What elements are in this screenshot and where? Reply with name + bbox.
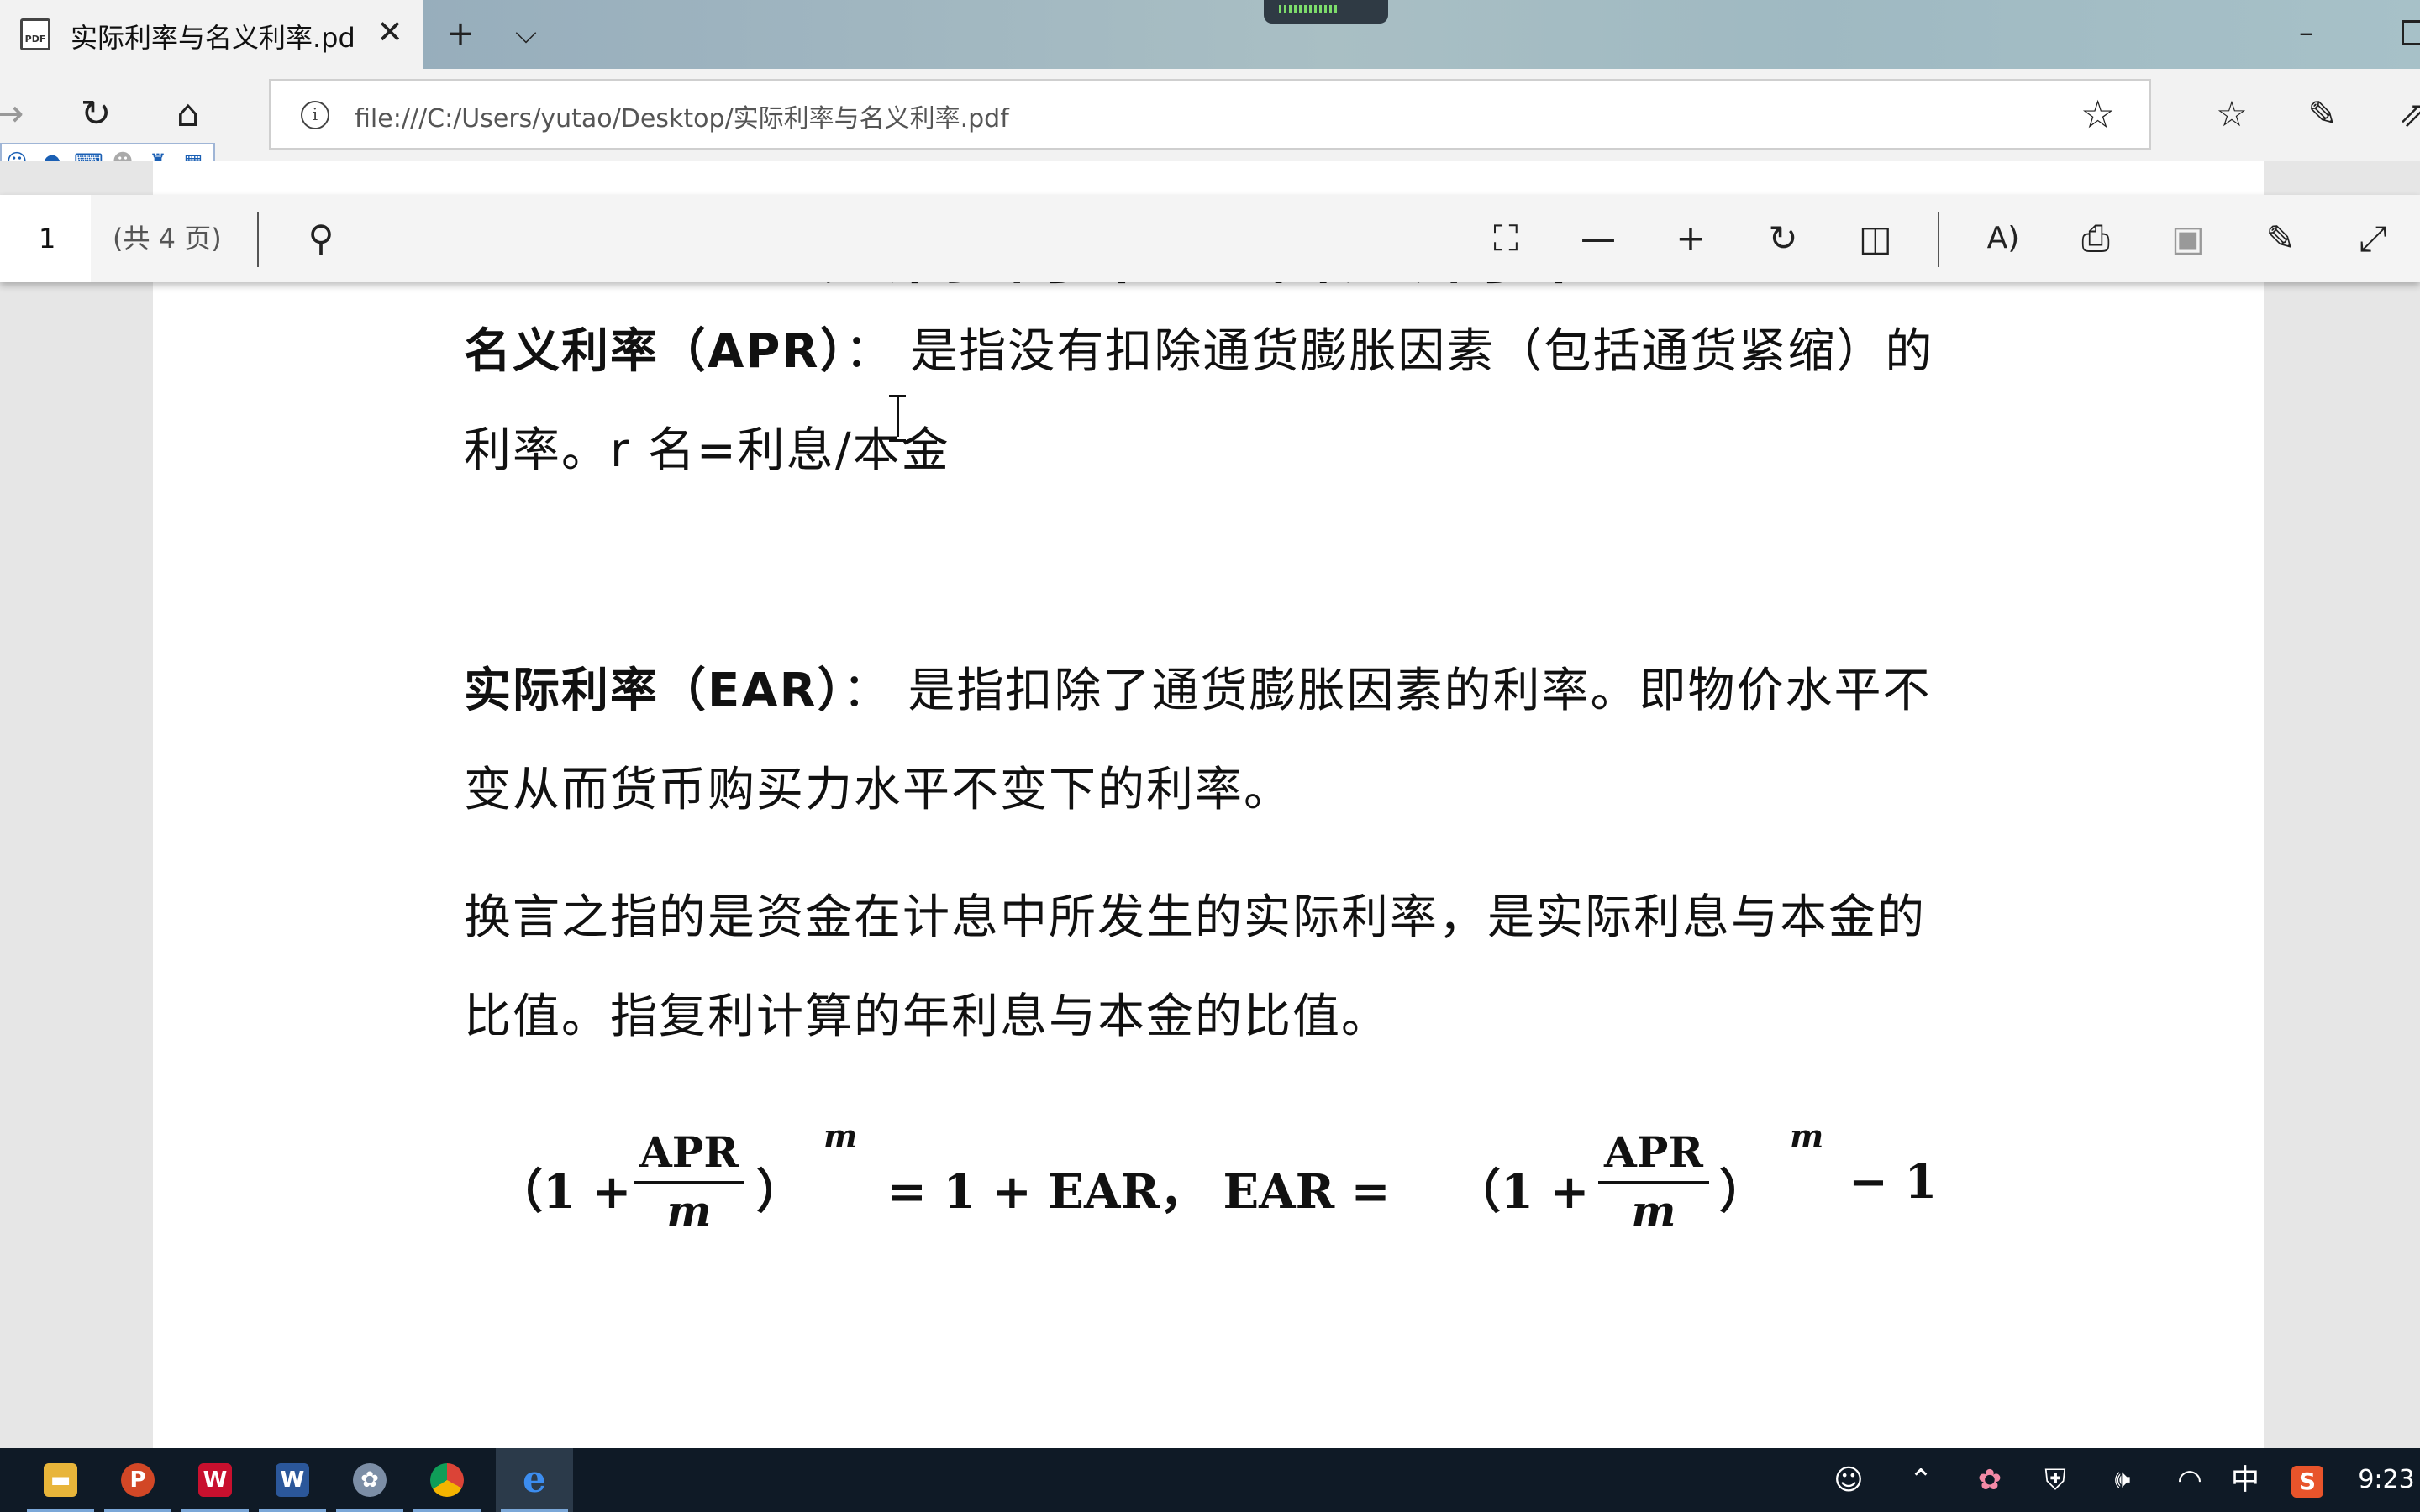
forward-arrow-icon[interactable]: →: [0, 92, 30, 136]
ear-separator: ：: [842, 664, 892, 718]
refresh-icon[interactable]: ↻: [74, 92, 118, 136]
fraction-denominator: m: [1631, 1186, 1676, 1236]
tab-title: 实际利率与名义利率.pd: [71, 22, 355, 54]
tab-list-chevron-icon[interactable]: ⌵: [508, 15, 544, 52]
toolbar-divider: [1938, 212, 1939, 267]
print-icon[interactable]: ⎙: [2074, 217, 2118, 260]
powerpoint-icon: P: [121, 1463, 155, 1497]
taskbar-wps[interactable]: W: [176, 1448, 254, 1512]
formula-left-close: ）: [756, 1164, 803, 1220]
rotate-icon[interactable]: ↻: [1761, 217, 1805, 260]
page-layout-icon[interactable]: ◫: [1854, 217, 1897, 260]
audio-level-indicator: [1264, 0, 1388, 24]
pen-notes-icon[interactable]: ✎: [2301, 92, 2344, 136]
volume-icon[interactable]: 🕪: [2102, 1462, 2143, 1499]
fullscreen-icon[interactable]: ⤢: [2351, 217, 2395, 260]
formula-minus-one: − 1: [1849, 1154, 1938, 1210]
page-count: (共 4 页): [113, 223, 222, 255]
fraction-numerator: APR: [1604, 1127, 1703, 1177]
ime-mode-indicator[interactable]: 中: [2227, 1462, 2264, 1499]
wifi-icon[interactable]: ◠: [2171, 1462, 2208, 1499]
home-icon[interactable]: ⌂: [166, 92, 210, 136]
taskbar-paint-app[interactable]: ✿: [331, 1448, 408, 1512]
read-aloud-icon[interactable]: A): [1981, 217, 2025, 260]
share-icon[interactable]: ⇗: [2391, 92, 2420, 136]
ear-paragraph: 实际利率（EAR）： 是指扣除了通货膨胀因素的利率。即物价水平不变从而货币购买力…: [464, 642, 1960, 840]
formula-exponent-right: m: [1790, 1117, 1824, 1155]
folder-icon: ▬: [44, 1463, 77, 1497]
chrome-icon: [430, 1463, 464, 1497]
fraction-numerator: APR: [639, 1127, 739, 1177]
formula-left-open: （1 +: [496, 1164, 632, 1220]
taskbar-file-explorer[interactable]: ▬: [22, 1448, 99, 1512]
taskbar-powerpoint[interactable]: P: [99, 1448, 176, 1512]
favorite-star-icon[interactable]: ☆: [2081, 92, 2115, 136]
fit-page-icon[interactable]: ⛶: [1484, 217, 1528, 260]
formula-right-open: （1 +: [1454, 1164, 1590, 1220]
formula-fraction-left: APR m: [630, 1126, 748, 1236]
save-icon[interactable]: ▣: [2166, 217, 2210, 260]
security-shield-icon[interactable]: ⛨: [2037, 1462, 2074, 1499]
fraction-denominator: m: [666, 1186, 712, 1236]
people-icon[interactable]: ☺: [1830, 1462, 1867, 1499]
address-bar[interactable]: i file:///C:/Users/yutao/Desktop/实际利率与名义…: [269, 79, 2151, 150]
favorites-list-icon[interactable]: ☆: [2210, 92, 2254, 136]
toolbar-divider: [257, 212, 259, 267]
text-cursor-icon: [889, 395, 906, 442]
pdf-icon: PDF: [20, 18, 50, 50]
formula-right-close: ）: [1719, 1164, 1766, 1220]
search-icon[interactable]: ⚲: [299, 217, 343, 260]
new-tab-icon[interactable]: +: [442, 15, 479, 52]
apr-term: 名义利率（APR）: [464, 324, 845, 379]
maximize-window-icon[interactable]: [2402, 20, 2420, 45]
pdf-toolbar: 1 (共 4 页) ⚲ ⛶ — + ↻ ◫ A) ⎙ ▣ ✎ ⤢: [0, 195, 2420, 282]
show-hidden-icons-chevron-icon[interactable]: ⌃: [1902, 1462, 1939, 1499]
ear-formula: （1 + APR m ） m = 1 + EAR， EAR = （1 + APR…: [487, 1117, 1966, 1268]
sogou-ime-icon[interactable]: S: [2289, 1462, 2326, 1499]
address-url[interactable]: file:///C:/Users/yutao/Desktop/实际利率与名义利率…: [355, 97, 1009, 134]
save-as-icon[interactable]: ✎: [2259, 217, 2302, 260]
formula-exponent-left: m: [823, 1117, 858, 1155]
apr-separator: ：: [844, 324, 894, 379]
formula-fraction-right: APR m: [1595, 1126, 1712, 1236]
windows-taskbar: ▬ P W W ✿ e ☺ ⌃ ✿ ⛨ 🕪 ◠ 中 S 9:23: [0, 1448, 2420, 1512]
taskbar-chrome[interactable]: [408, 1448, 486, 1512]
clock[interactable]: 9:23: [2353, 1462, 2420, 1499]
edge-icon: e: [523, 1458, 546, 1501]
close-tab-icon[interactable]: ✕: [373, 15, 407, 49]
zoom-out-icon[interactable]: —: [1576, 217, 1620, 260]
taskbar-word[interactable]: W: [254, 1448, 331, 1512]
page-number-input[interactable]: 1: [0, 195, 91, 282]
apr-paragraph: 名义利率（APR）： 是指没有扣除通货膨胀因素（包括通货紧缩）的利率。r 名=利…: [464, 302, 1960, 501]
taskbar-edge[interactable]: e: [496, 1448, 573, 1512]
info-icon[interactable]: i: [301, 101, 329, 129]
word-icon: W: [276, 1463, 309, 1497]
explanation-paragraph: 换言之指的是资金在计息中所发生的实际利率，是实际利息与本金的比值。指复利计算的年…: [464, 890, 1926, 1044]
ear-term: 实际利率（EAR）: [464, 664, 843, 718]
navigation-bar: → ↻ ⌂ i file:///C:/Users/yutao/Desktop/实…: [0, 69, 2420, 161]
browser-tab[interactable]: PDF 实际利率与名义利率.pd ✕: [0, 0, 424, 69]
wps-icon: W: [198, 1463, 232, 1497]
formula-equality: = 1 + EAR， EAR =: [887, 1164, 1391, 1220]
minimize-window-icon[interactable]: –: [2299, 18, 2324, 47]
browser-tab-bar: PDF 实际利率与名义利率.pd ✕ + ⌵ –: [0, 0, 2420, 69]
paint-palette-icon: ✿: [353, 1463, 387, 1497]
flower-app-icon[interactable]: ✿: [1971, 1462, 2008, 1499]
zoom-in-icon[interactable]: +: [1669, 217, 1712, 260]
